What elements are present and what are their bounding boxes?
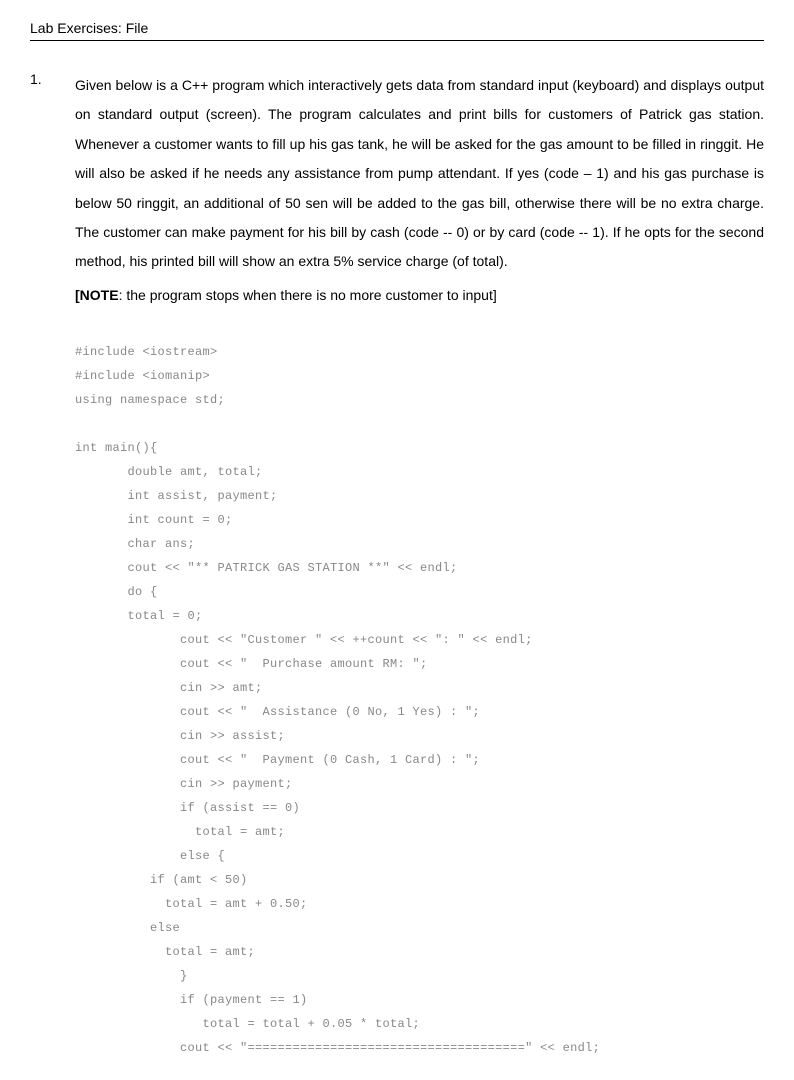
question-note: [NOTE: the program stops when there is n…: [75, 281, 764, 310]
question-number: 1.: [30, 71, 75, 1060]
code-listing: #include <iostream> #include <iomanip> u…: [75, 340, 764, 1060]
question-body: Given below is a C++ program which inter…: [75, 71, 764, 1060]
page-title: Lab Exercises: File: [30, 20, 764, 36]
content-area: 1. Given below is a C++ program which in…: [30, 71, 764, 1060]
note-text: : the program stops when there is no mor…: [119, 287, 497, 303]
question-paragraph: Given below is a C++ program which inter…: [75, 71, 764, 277]
note-label: [NOTE: [75, 287, 119, 303]
header-divider: [30, 40, 764, 41]
